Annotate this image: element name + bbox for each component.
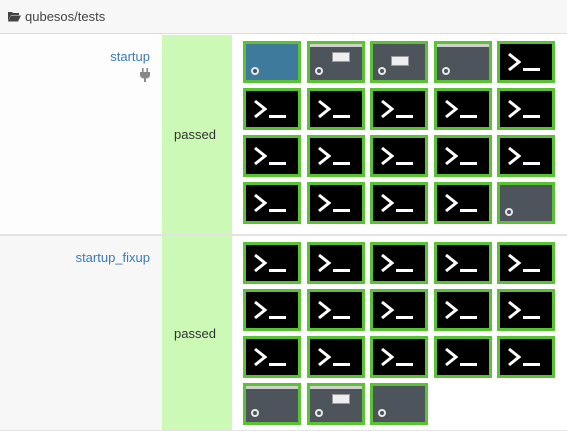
dialog-window xyxy=(391,56,409,66)
console-screenshot-thumbnail[interactable] xyxy=(370,289,428,331)
console-screenshot-thumbnail[interactable] xyxy=(370,88,428,130)
terminal-icon xyxy=(318,253,350,273)
terminal-icon xyxy=(381,193,413,213)
terminal-icon xyxy=(508,99,540,119)
terminal-icon xyxy=(318,146,350,166)
desktop-screenshot-thumbnail[interactable] xyxy=(370,41,428,83)
folder-open-icon xyxy=(8,12,21,22)
console-screenshot-thumbnail[interactable] xyxy=(307,242,365,284)
plug-icon xyxy=(140,68,150,82)
console-screenshot-thumbnail[interactable] xyxy=(243,182,301,224)
console-screenshot-thumbnail[interactable] xyxy=(434,242,492,284)
terminal-icon xyxy=(445,300,477,320)
console-screenshot-thumbnail[interactable] xyxy=(370,182,428,224)
console-screenshot-thumbnail[interactable] xyxy=(497,242,555,284)
console-screenshot-thumbnail[interactable] xyxy=(307,289,365,331)
terminal-icon xyxy=(254,146,286,166)
terminal-icon xyxy=(318,99,350,119)
top-panel xyxy=(246,386,298,389)
result-cell-passed: passed xyxy=(162,236,232,430)
terminal-icon xyxy=(318,300,350,320)
desktop-screenshot-thumbnail[interactable] xyxy=(370,383,428,425)
console-screenshot-thumbnail[interactable] xyxy=(434,289,492,331)
console-screenshot-thumbnail[interactable] xyxy=(434,135,492,177)
terminal-icon xyxy=(318,347,350,367)
qubes-logo-icon xyxy=(378,409,386,417)
console-screenshot-thumbnail[interactable] xyxy=(434,182,492,224)
desktop-screenshot-thumbnail[interactable] xyxy=(243,41,301,83)
terminal-icon xyxy=(318,193,350,213)
terminal-icon xyxy=(508,347,540,367)
terminal-icon xyxy=(381,146,413,166)
console-screenshot-thumbnail[interactable] xyxy=(497,88,555,130)
result-text: passed xyxy=(174,325,216,341)
dialog-window xyxy=(332,394,350,404)
console-screenshot-thumbnail[interactable] xyxy=(434,88,492,130)
qubes-logo-icon xyxy=(251,409,259,417)
test-row-startup: startup passed xyxy=(0,35,567,235)
console-screenshot-thumbnail[interactable] xyxy=(307,182,365,224)
terminal-icon xyxy=(254,300,286,320)
terminal-icon xyxy=(445,193,477,213)
qubes-logo-icon xyxy=(315,409,323,417)
console-screenshot-thumbnail[interactable] xyxy=(243,88,301,130)
terminal-icon xyxy=(508,253,540,273)
qubes-logo-icon xyxy=(251,67,259,75)
terminal-icon xyxy=(381,99,413,119)
terminal-icon xyxy=(445,99,477,119)
console-screenshot-thumbnail[interactable] xyxy=(434,336,492,378)
result-text: passed xyxy=(174,127,216,142)
desktop-screenshot-thumbnail[interactable] xyxy=(307,41,365,83)
breadcrumb-path[interactable]: qubesos/tests xyxy=(25,9,105,24)
console-screenshot-thumbnail[interactable] xyxy=(370,135,428,177)
test-name-link[interactable]: startup xyxy=(110,49,150,64)
test-name-cell: startup xyxy=(0,35,162,234)
desktop-screenshot-thumbnail[interactable] xyxy=(497,182,555,224)
terminal-icon xyxy=(254,347,286,367)
terminal-icon xyxy=(508,146,540,166)
terminal-icon xyxy=(381,347,413,367)
desktop-screenshot-thumbnail[interactable] xyxy=(307,383,365,425)
terminal-icon xyxy=(508,52,540,72)
terminal-icon xyxy=(254,193,286,213)
qubes-logo-icon xyxy=(315,67,323,75)
terminal-icon xyxy=(445,347,477,367)
terminal-icon xyxy=(508,300,540,320)
console-screenshot-thumbnail[interactable] xyxy=(307,88,365,130)
terminal-icon xyxy=(445,253,477,273)
console-screenshot-thumbnail[interactable] xyxy=(243,336,301,378)
test-name-cell: startup_fixup xyxy=(0,236,162,430)
console-screenshot-thumbnail[interactable] xyxy=(370,242,428,284)
breadcrumb: qubesos/tests xyxy=(0,0,567,34)
top-panel xyxy=(437,44,489,47)
qubes-logo-icon xyxy=(505,208,513,216)
console-screenshot-thumbnail[interactable] xyxy=(497,336,555,378)
terminal-icon xyxy=(254,253,286,273)
test-row-startup-fixup: startup_fixup passed xyxy=(0,235,567,431)
console-screenshot-thumbnail[interactable] xyxy=(497,289,555,331)
console-screenshot-thumbnail[interactable] xyxy=(370,336,428,378)
test-name-link[interactable]: startup_fixup xyxy=(76,250,150,265)
qubes-logo-icon xyxy=(442,67,450,75)
top-panel xyxy=(310,386,362,389)
top-panel xyxy=(310,44,362,47)
qubes-logo-icon xyxy=(378,67,386,75)
console-screenshot-thumbnail[interactable] xyxy=(497,135,555,177)
desktop-screenshot-thumbnail[interactable] xyxy=(434,41,492,83)
console-screenshot-thumbnail[interactable] xyxy=(243,135,301,177)
terminal-icon xyxy=(381,300,413,320)
console-screenshot-thumbnail[interactable] xyxy=(307,336,365,378)
console-screenshot-thumbnail[interactable] xyxy=(307,135,365,177)
terminal-icon xyxy=(254,99,286,119)
console-screenshot-thumbnail[interactable] xyxy=(497,41,555,83)
dialog-window xyxy=(332,52,350,62)
console-screenshot-thumbnail[interactable] xyxy=(243,242,301,284)
console-screenshot-thumbnail[interactable] xyxy=(243,289,301,331)
result-cell-passed: passed xyxy=(162,35,232,234)
terminal-icon xyxy=(381,253,413,273)
terminal-icon xyxy=(445,146,477,166)
desktop-screenshot-thumbnail[interactable] xyxy=(243,383,301,425)
